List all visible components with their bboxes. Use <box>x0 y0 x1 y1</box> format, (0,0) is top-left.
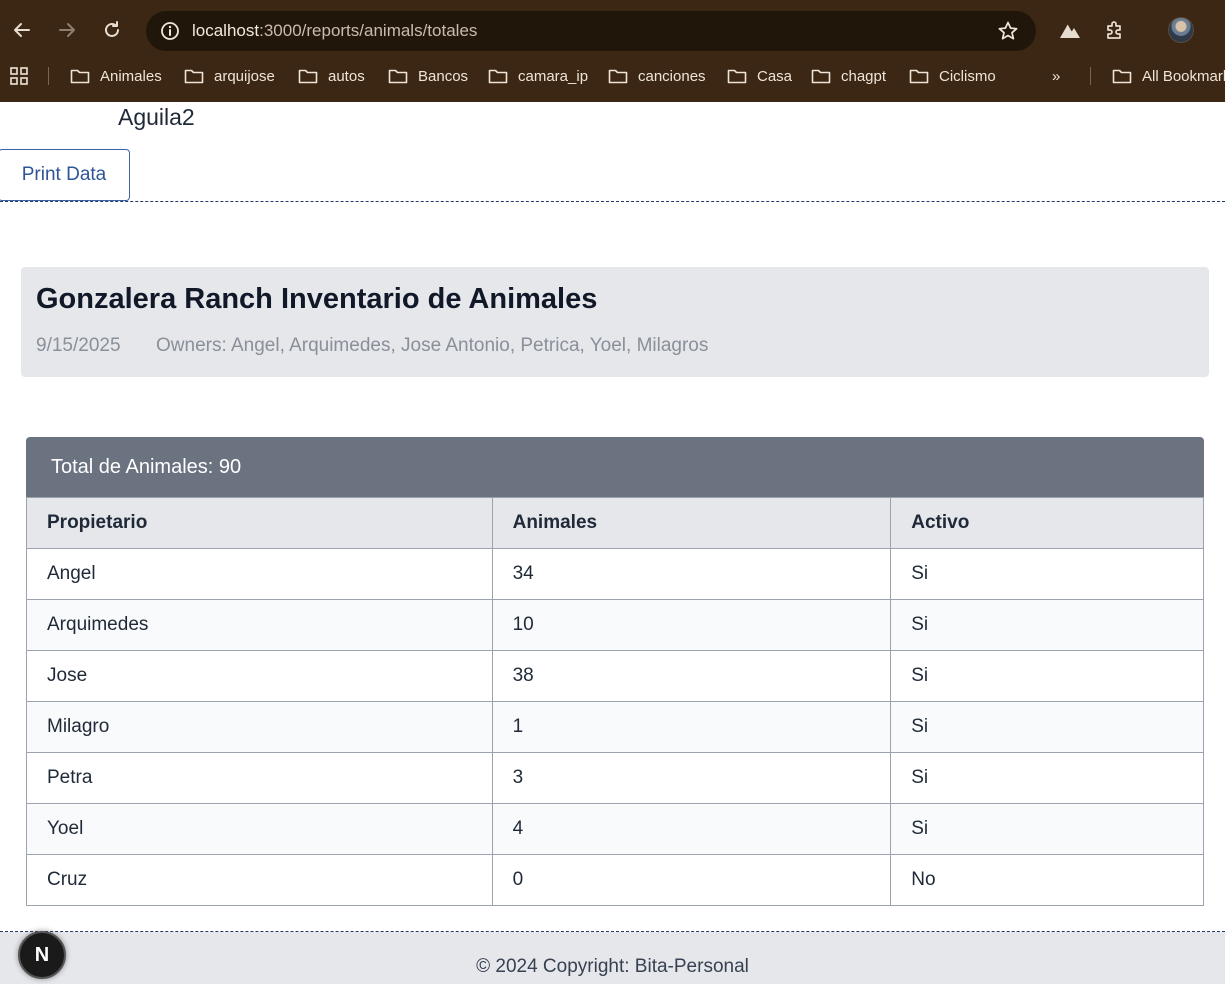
report-title: Gonzalera Ranch Inventario de Animales <box>36 283 598 315</box>
extension-mountain-icon[interactable] <box>1054 14 1086 46</box>
bookmark-label: Bancos <box>418 67 469 85</box>
cell-activo: Si <box>890 548 1204 600</box>
cell-animales: 10 <box>491 599 892 651</box>
folder-icon <box>184 69 204 84</box>
nextjs-dev-badge[interactable]: N <box>18 931 66 979</box>
table-row: Petra 3 Si <box>26 752 1204 804</box>
cell-animales: 3 <box>491 752 892 804</box>
url-path: :3000/reports/animals/totales <box>259 21 478 40</box>
footer-copyright: © 2024 Copyright: Bita-Personal <box>476 956 749 977</box>
url-text: localhost:3000/reports/animals/totales <box>192 11 477 51</box>
cell-activo: Si <box>890 599 1204 651</box>
column-header-activo: Activo <box>890 497 1204 549</box>
navbar-divider <box>0 201 1225 202</box>
profile-avatar[interactable] <box>1168 17 1194 43</box>
apps-grid-icon[interactable] <box>8 60 30 92</box>
address-bar[interactable]: localhost:3000/reports/animals/totales <box>146 11 1036 51</box>
extensions-puzzle-icon[interactable] <box>1099 14 1131 46</box>
cell-animales: 1 <box>491 701 892 753</box>
cell-animales: 38 <box>491 650 892 702</box>
print-data-button[interactable]: Print Data <box>0 149 130 201</box>
bookmark-folder[interactable]: chagpt <box>811 60 886 92</box>
bookmark-folder[interactable]: autos <box>298 60 365 92</box>
browser-chrome: localhost:3000/reports/animals/totales A… <box>0 0 1225 102</box>
site-info-icon[interactable] <box>154 15 186 47</box>
cell-propietario: Cruz <box>26 854 493 906</box>
bookmark-label: canciones <box>638 67 706 85</box>
folder-icon <box>298 69 318 84</box>
owners-table: Propietario Animales Activo Angel 34 Si Arq… <box>26 497 1204 906</box>
bookmark-label: arquijose <box>214 67 275 85</box>
report-header: Gonzalera Ranch Inventario de Animales 9… <box>21 267 1209 377</box>
forward-icon[interactable] <box>51 14 83 46</box>
bookmark-folder[interactable]: camara_ip <box>488 60 588 92</box>
folder-icon <box>388 69 408 84</box>
bookmarks-overflow-chevron[interactable]: » <box>1052 60 1060 92</box>
bookmark-label: Animales <box>100 67 162 85</box>
bookmark-label: Ciclismo <box>939 67 996 85</box>
table-row: Arquimedes 10 Si <box>26 599 1204 651</box>
cell-activo: Si <box>890 803 1204 855</box>
folder-icon <box>608 69 628 84</box>
cell-activo: Si <box>890 650 1204 702</box>
cell-propietario: Jose <box>26 650 493 702</box>
bookmark-folder[interactable]: Casa <box>727 60 792 92</box>
column-header-propietario: Propietario <box>26 497 493 549</box>
cell-animales: 34 <box>491 548 892 600</box>
cell-animales: 0 <box>491 854 892 906</box>
cell-propietario: Arquimedes <box>26 599 493 651</box>
cell-activo: Si <box>890 752 1204 804</box>
folder-icon <box>70 69 90 84</box>
cell-animales: 4 <box>491 803 892 855</box>
cell-propietario: Yoel <box>26 803 493 855</box>
folder-icon <box>909 69 929 84</box>
report-owners: Owners: Angel, Arquimedes, Jose Antonio,… <box>156 335 709 356</box>
total-animals-label: Total de Animales: 90 <box>51 455 242 478</box>
url-host: localhost <box>192 21 260 40</box>
cell-propietario: Milagro <box>26 701 493 753</box>
site-brand[interactable]: Aguila2 <box>118 102 195 132</box>
cell-activo: Si <box>890 701 1204 753</box>
bookmark-folder[interactable]: Ciclismo <box>909 60 996 92</box>
bookmark-folder[interactable]: Animales <box>70 60 162 92</box>
folder-icon <box>488 69 508 84</box>
table-row: Angel 34 Si <box>26 548 1204 600</box>
table-row: Milagro 1 Si <box>26 701 1204 753</box>
bookmark-star-icon[interactable] <box>992 15 1024 47</box>
total-animals-bar: Total de Animales: 90 <box>26 437 1204 497</box>
bookmarks-divider <box>48 67 49 85</box>
bookmark-folder[interactable]: arquijose <box>184 60 275 92</box>
cell-propietario: Angel <box>26 548 493 600</box>
reload-icon[interactable] <box>96 14 128 46</box>
folder-icon <box>727 69 747 84</box>
bookmark-label: autos <box>328 67 365 85</box>
table-row: Cruz 0 No <box>26 854 1204 906</box>
table-row: Yoel 4 Si <box>26 803 1204 855</box>
bookmark-label: Casa <box>757 67 793 85</box>
column-header-animales: Animales <box>491 497 892 549</box>
bookmarks-divider <box>1090 67 1091 85</box>
browser-toolbar: localhost:3000/reports/animals/totales <box>0 0 1225 60</box>
folder-icon <box>811 69 831 84</box>
cell-propietario: Petra <box>26 752 493 804</box>
table-header-row: Propietario Animales Activo <box>26 497 1204 549</box>
table-row: Jose 38 Si <box>26 650 1204 702</box>
bookmark-label: camara_ip <box>518 67 589 85</box>
bookmark-folder[interactable]: canciones <box>608 60 706 92</box>
bookmark-folder[interactable]: Bancos <box>388 60 468 92</box>
page-footer: © 2024 Copyright: Bita-Personal <box>0 932 1225 984</box>
back-icon[interactable] <box>6 14 38 46</box>
all-bookmarks-folder[interactable]: All Bookmarks <box>1112 60 1225 92</box>
all-bookmarks-label: All Bookmarks <box>1142 67 1225 85</box>
cell-activo: No <box>890 854 1204 906</box>
bookmark-label: chagpt <box>841 67 887 85</box>
report-date: 9/15/2025 <box>36 335 121 356</box>
folder-icon <box>1112 69 1132 84</box>
